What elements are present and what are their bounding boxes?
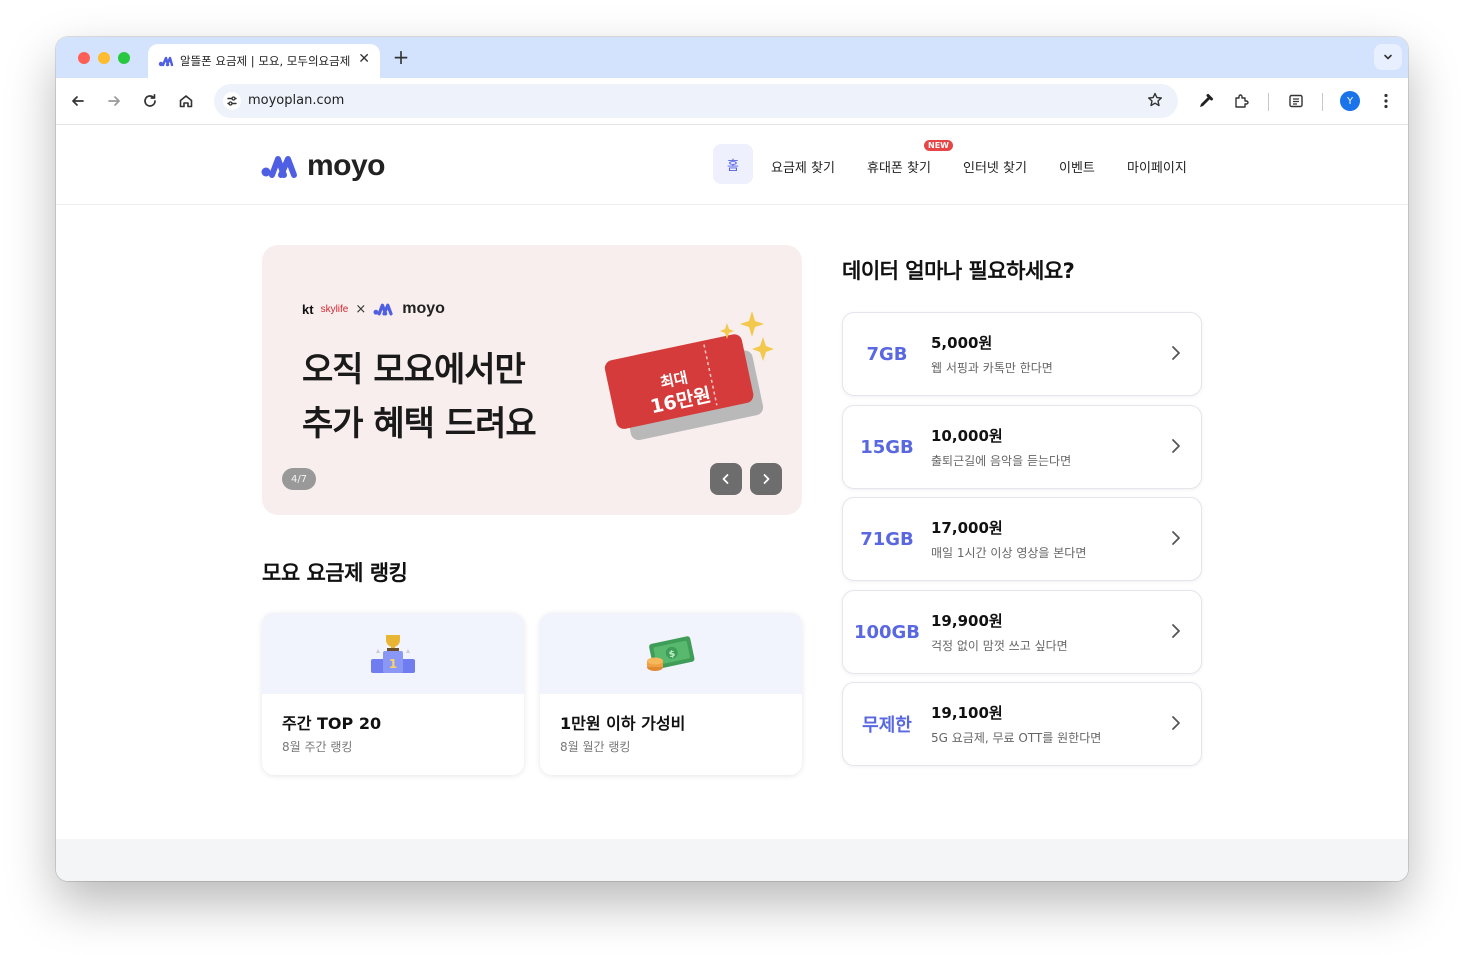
ticket-icon: 최대 16만원 — [604, 311, 774, 441]
data-section-title: 데이터 얼마나 필요하세요? — [842, 259, 1075, 283]
data-description: 5G 요금제, 무료 OTT를 원한다면 — [931, 731, 1102, 745]
eyedropper-extension-icon[interactable] — [1196, 91, 1216, 111]
chevron-right-icon — [1169, 344, 1183, 366]
chevron-right-icon — [1169, 622, 1183, 644]
ticket-illustration: 최대 16만원 — [592, 305, 782, 455]
web-page: moyo 홈 요금제 찾기 NEW 휴대폰 찾기 인터넷 찾기 이벤트 마이페이… — [56, 125, 1408, 881]
new-badge: NEW — [924, 140, 953, 151]
ranking-card-weekly[interactable]: 1 주간 TOP 20 8월 주간 랭킹 — [262, 613, 524, 775]
data-description: 웹 서핑과 카톡만 한다면 — [931, 361, 1053, 375]
browser-toolbar: moyoplan.com Y — [56, 78, 1408, 125]
chevron-right-icon — [763, 474, 770, 484]
data-option-card[interactable]: 100GB 19,900원 걱정 없이 맘껏 쓰고 싶다면 — [842, 590, 1202, 674]
extensions-puzzle-icon[interactable] — [1232, 91, 1252, 111]
banner-headline-line2: 추가 혜택 드려요 — [302, 404, 537, 444]
nav-plans[interactable]: 요금제 찾기 — [771, 157, 835, 176]
logo-text: moyo — [307, 149, 386, 182]
chevron-down-icon — [1384, 54, 1392, 60]
tab-strip: 알뜰폰 요금제 | 모요, 모두의요금제 ✕ + — [56, 37, 1408, 78]
data-price: 5,000원 — [931, 334, 993, 352]
more-menu-icon[interactable] — [1376, 91, 1396, 111]
collab-x: × — [355, 301, 367, 317]
data-amount: 7GB — [866, 343, 908, 365]
nav-phones[interactable]: 휴대폰 찾기 — [867, 157, 931, 176]
nav-internet[interactable]: 인터넷 찾기 — [963, 157, 1027, 176]
profile-avatar[interactable]: Y — [1340, 91, 1360, 111]
banner-next-button[interactable] — [750, 463, 782, 495]
kt-logo: kt — [302, 301, 314, 317]
moyo-logo[interactable]: moyo — [261, 149, 386, 183]
sparkle-icon — [740, 311, 764, 337]
banner-prev-button[interactable] — [710, 463, 742, 495]
ranking-card-value[interactable]: $ 1만원 이하 가성비 8월 월간 랭킹 — [540, 613, 802, 775]
banner-headline-line1: 오직 모요에서만 — [302, 350, 526, 390]
data-option-card[interactable]: 71GB 17,000원 매일 1시간 이상 영상을 본다면 — [842, 497, 1202, 581]
data-description: 걱정 없이 맘껏 쓰고 싶다면 — [931, 639, 1068, 653]
chevron-right-icon — [1169, 529, 1183, 551]
data-option-card[interactable]: 15GB 10,000원 출퇴근길에 음악을 듣는다면 — [842, 405, 1202, 489]
moyo-logo-icon — [261, 156, 297, 178]
data-option-card[interactable]: 7GB 5,000원 웹 서핑과 카톡만 한다면 — [842, 312, 1202, 396]
trophy-podium-icon: 1 — [371, 634, 415, 673]
browser-tab[interactable]: 알뜰폰 요금제 | 모요, 모두의요금제 ✕ — [148, 44, 380, 78]
data-amount: 100GB — [853, 621, 921, 643]
maximize-window-button[interactable] — [118, 52, 130, 64]
data-price: 10,000원 — [931, 427, 1003, 445]
banner-moyo-text: moyo — [402, 300, 445, 317]
skylife-logo: skylife — [320, 303, 349, 315]
new-tab-button[interactable]: + — [390, 45, 412, 69]
sparkle-icon — [752, 337, 774, 361]
ranking-card-illustration: $ — [540, 613, 802, 694]
banner-headline: 오직 모요에서만 추가 혜택 드려요 — [302, 343, 537, 451]
ranking-section-title: 모요 요금제 랭킹 — [262, 561, 408, 585]
nav-mypage[interactable]: 마이페이지 — [1127, 157, 1187, 176]
nav-events[interactable]: 이벤트 — [1059, 157, 1095, 176]
chevron-left-icon — [722, 474, 729, 484]
money-icon: $ — [647, 635, 695, 671]
data-amount: 15GB — [860, 436, 914, 458]
data-price: 19,900원 — [931, 612, 1003, 630]
promo-banner[interactable]: kt skylife × moyo 오직 모요에서만 추가 혜택 드려요 최대 … — [262, 245, 802, 515]
url-text[interactable]: moyoplan.com — [248, 93, 344, 108]
moyo-small-logo-icon — [373, 303, 393, 316]
data-amount: 71GB — [860, 528, 914, 550]
reading-list-icon[interactable] — [1286, 91, 1306, 111]
data-option-card[interactable]: 무제한 19,100원 5G 요금제, 무료 OTT를 원한다면 — [842, 682, 1202, 766]
browser-window: 알뜰폰 요금제 | 모요, 모두의요금제 ✕ + moyoplan.com Y … — [56, 37, 1408, 881]
data-price: 17,000원 — [931, 519, 1003, 537]
banner-brand-row: kt skylife × moyo — [302, 300, 445, 318]
svg-text:1: 1 — [389, 657, 397, 671]
ranking-card-title: 주간 TOP 20 — [282, 714, 382, 733]
back-icon[interactable] — [68, 91, 88, 111]
moyo-favicon-icon — [158, 53, 174, 69]
data-price: 19,100원 — [931, 704, 1003, 722]
close-window-button[interactable] — [78, 52, 90, 64]
data-description: 매일 1시간 이상 영상을 본다면 — [931, 546, 1087, 560]
data-amount: 무제한 — [862, 715, 912, 736]
ranking-card-title: 1만원 이하 가성비 — [560, 714, 686, 733]
chevron-right-icon — [1169, 714, 1183, 736]
chevron-right-icon — [1169, 437, 1183, 459]
ranking-card-subtitle: 8월 주간 랭킹 — [282, 740, 353, 754]
ranking-card-subtitle: 8월 월간 랭킹 — [560, 740, 631, 754]
toolbar-divider — [1322, 93, 1323, 111]
address-bar[interactable]: moyoplan.com — [214, 84, 1178, 118]
toolbar-divider — [1268, 93, 1269, 111]
nav-home[interactable]: 홈 — [713, 144, 753, 184]
minimize-window-button[interactable] — [98, 52, 110, 64]
site-settings-icon[interactable] — [223, 92, 241, 110]
forward-icon[interactable] — [104, 91, 124, 111]
banner-page-counter: 4/7 — [282, 468, 316, 490]
tab-close-icon[interactable]: ✕ — [358, 51, 370, 67]
bookmark-star-icon[interactable] — [1146, 91, 1164, 113]
tab-title: 알뜰폰 요금제 | 모요, 모두의요금제 — [180, 54, 351, 68]
data-description: 출퇴근길에 음악을 듣는다면 — [931, 454, 1072, 468]
home-icon[interactable] — [176, 91, 196, 111]
tab-search-button[interactable] — [1374, 44, 1402, 70]
footer-band — [56, 839, 1408, 881]
ranking-card-illustration: 1 — [262, 613, 524, 694]
reload-icon[interactable] — [140, 91, 160, 111]
site-header: moyo 홈 요금제 찾기 NEW 휴대폰 찾기 인터넷 찾기 이벤트 마이페이… — [56, 125, 1408, 205]
